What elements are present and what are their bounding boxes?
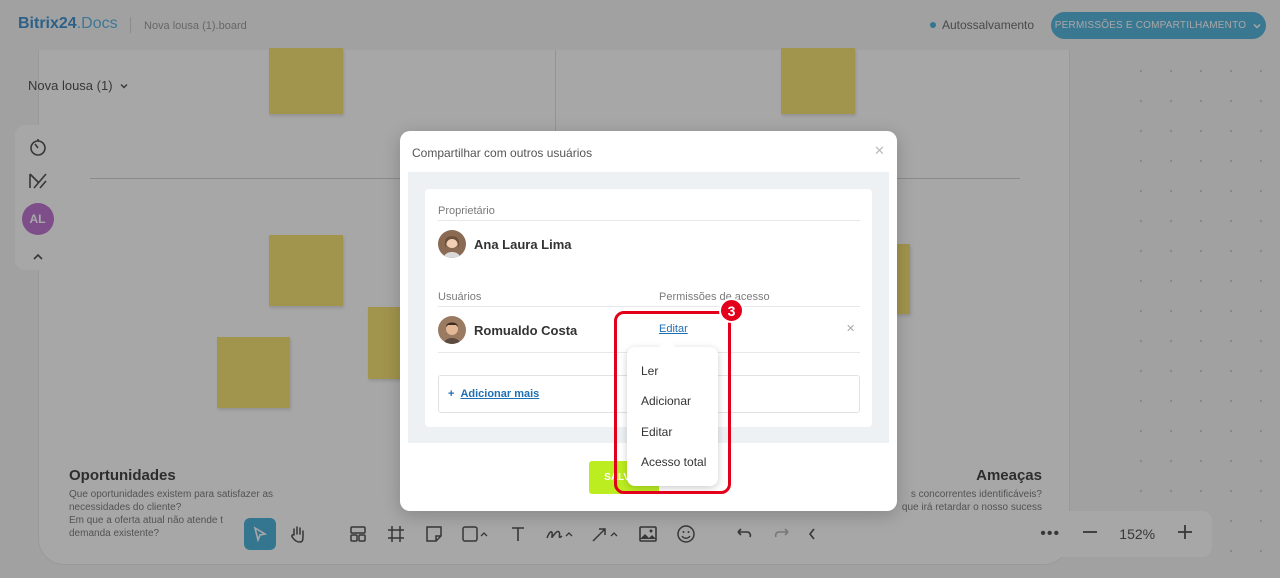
divider xyxy=(438,306,860,307)
add-more-link[interactable]: Adicionar mais xyxy=(460,388,539,400)
user-entry: Romualdo Costa xyxy=(438,316,577,344)
plus-icon: + xyxy=(448,388,455,400)
owner-avatar xyxy=(438,230,466,258)
step-number-badge: 3 xyxy=(719,298,744,323)
owner-label: Proprietário xyxy=(438,205,495,217)
owner-name: Ana Laura Lima xyxy=(474,236,572,252)
permissions-label: Permissões de acesso xyxy=(659,291,770,303)
close-icon[interactable]: ✕ xyxy=(874,143,885,159)
callout-highlight-box xyxy=(614,311,731,494)
owner-entry: Ana Laura Lima xyxy=(438,230,572,258)
divider xyxy=(438,220,860,221)
dialog-title: Compartilhar com outros usuários xyxy=(412,146,593,160)
user-name: Romualdo Costa xyxy=(474,322,578,338)
remove-user-icon[interactable]: ✕ xyxy=(846,322,855,335)
user-avatar xyxy=(438,316,466,344)
users-label: Usuários xyxy=(438,291,482,303)
